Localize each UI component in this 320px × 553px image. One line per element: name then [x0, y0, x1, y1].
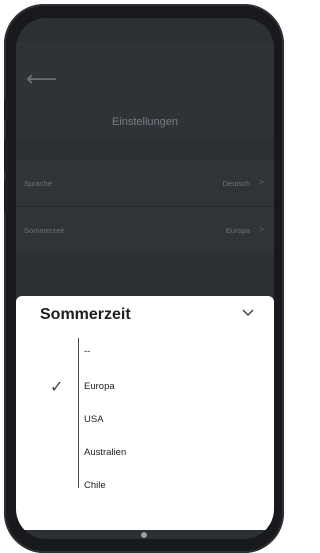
picker-divider [78, 338, 79, 488]
sheet-title: Sommerzeit [40, 306, 131, 323]
chevron-right-icon: > [258, 224, 264, 234]
setting-label: Sommerzeit [24, 226, 65, 235]
arrow-left-icon[interactable]: ⟵ [26, 68, 58, 90]
page-title: Einstellungen [111, 116, 179, 128]
setting-value: Deutsch [222, 179, 250, 188]
option-europa[interactable]: Europa [84, 381, 115, 392]
dst-picker-sheet: Sommerzeit ✓ -- Europa USA Australien Ch… [16, 296, 274, 530]
option-australien[interactable]: Australien [84, 447, 126, 458]
volume-down-button [4, 180, 8, 214]
chevron-down-icon[interactable] [242, 306, 254, 320]
setting-value: Europa [225, 226, 250, 235]
screen: ⟵ Einstellungen Sprache Deutsch > Sommer… [16, 18, 274, 539]
volume-up-button [4, 138, 8, 172]
option-usa[interactable]: USA [84, 414, 104, 425]
setting-row-language[interactable]: Sprache Deutsch > [16, 160, 274, 206]
setting-row-dst[interactable]: Sommerzeit Europa > [16, 207, 274, 253]
option-chile[interactable]: Chile [84, 480, 106, 491]
chevron-right-icon: > [258, 177, 264, 187]
home-indicator [141, 532, 147, 538]
phone-frame: ⟵ Einstellungen Sprache Deutsch > Sommer… [4, 4, 284, 553]
volume-button [4, 98, 8, 120]
option-none[interactable]: -- [84, 346, 90, 357]
checkmark-icon: ✓ [50, 379, 64, 396]
app-header: ⟵ Einstellungen [16, 42, 274, 138]
setting-label: Sprache [24, 179, 52, 188]
